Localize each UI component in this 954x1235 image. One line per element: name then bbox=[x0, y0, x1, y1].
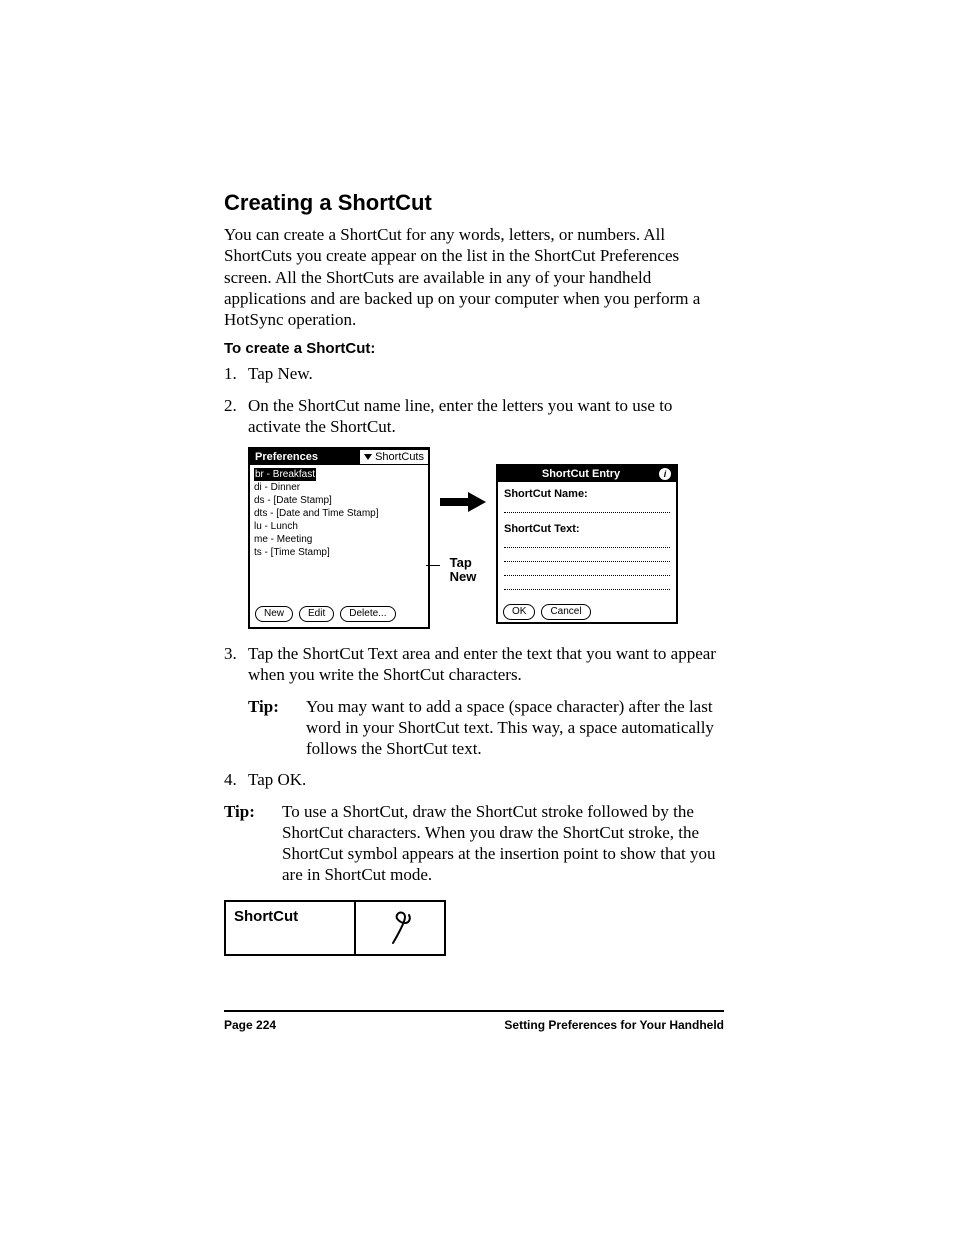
screen2-title: ShortCut Entry bbox=[503, 468, 659, 480]
step-4: Tap OK. bbox=[224, 769, 724, 790]
chevron-down-icon bbox=[364, 454, 372, 460]
step-2: On the ShortCut name line, enter the let… bbox=[224, 395, 724, 438]
tip-label: Tip: bbox=[224, 801, 282, 886]
new-button[interactable]: New bbox=[255, 606, 293, 622]
info-icon[interactable]: i bbox=[659, 468, 671, 480]
step-3: Tap the ShortCut Text area and enter the… bbox=[224, 643, 724, 686]
ok-button[interactable]: OK bbox=[503, 604, 535, 620]
shortcut-name-field[interactable] bbox=[504, 503, 670, 513]
procedure-heading: To create a ShortCut: bbox=[224, 340, 724, 357]
figure-row: Preferences ShortCuts br - Breakfast di … bbox=[248, 447, 724, 629]
arrow-caption-line2: New bbox=[450, 570, 477, 584]
list-item[interactable]: di - Dinner bbox=[254, 481, 424, 494]
screen1-dropdown[interactable]: ShortCuts bbox=[358, 450, 428, 464]
shortcut-text-field[interactable] bbox=[504, 580, 670, 590]
list-item[interactable]: dts - [Date and Time Stamp] bbox=[254, 507, 424, 520]
list-item[interactable]: me - Meeting bbox=[254, 533, 424, 546]
tip-inner: Tip: You may want to add a space (space … bbox=[248, 696, 724, 760]
list-item[interactable]: br - Breakfast bbox=[254, 468, 316, 481]
shortcut-name-label: ShortCut Name: bbox=[504, 488, 670, 500]
tip-label: Tip: bbox=[248, 696, 306, 760]
delete-button[interactable]: Delete... bbox=[340, 606, 395, 622]
footer-page-number: Page 224 bbox=[224, 1018, 276, 1032]
arrow-caption-line1: Tap bbox=[450, 556, 477, 570]
screen1-dropdown-label: ShortCuts bbox=[375, 451, 424, 463]
shortcut-list[interactable]: br - Breakfast di - Dinner ds - [Date St… bbox=[250, 465, 428, 602]
list-item[interactable]: lu - Lunch bbox=[254, 520, 424, 533]
arrow-icon bbox=[440, 492, 486, 512]
shortcut-text-field[interactable] bbox=[504, 566, 670, 576]
step-1: Tap New. bbox=[224, 363, 724, 384]
screen1-title: Preferences bbox=[250, 449, 323, 465]
arrow-callout: Tap New bbox=[440, 492, 486, 583]
tip-inner-text: You may want to add a space (space chara… bbox=[306, 696, 724, 760]
shortcut-box-label: ShortCut bbox=[226, 902, 356, 954]
edit-button[interactable]: Edit bbox=[299, 606, 334, 622]
page-footer: Page 224 Setting Preferences for Your Ha… bbox=[224, 1010, 724, 1032]
list-item[interactable]: ds - [Date Stamp] bbox=[254, 494, 424, 507]
preferences-screen: Preferences ShortCuts br - Breakfast di … bbox=[248, 447, 430, 629]
tip-outer-text: To use a ShortCut, draw the ShortCut str… bbox=[282, 801, 724, 886]
tip-outer: Tip: To use a ShortCut, draw the ShortCu… bbox=[224, 801, 724, 886]
page-heading: Creating a ShortCut bbox=[224, 190, 724, 216]
shortcut-stroke-icon bbox=[356, 902, 444, 954]
shortcut-stroke-box: ShortCut bbox=[224, 900, 446, 956]
shortcut-entry-screen: ShortCut Entry i ShortCut Name: ShortCut… bbox=[496, 464, 678, 624]
shortcut-text-label: ShortCut Text: bbox=[504, 523, 670, 535]
intro-paragraph: You can create a ShortCut for any words,… bbox=[224, 224, 724, 330]
shortcut-text-field[interactable] bbox=[504, 538, 670, 548]
footer-section-title: Setting Preferences for Your Handheld bbox=[504, 1018, 724, 1032]
list-item[interactable]: ts - [Time Stamp] bbox=[254, 546, 424, 559]
cancel-button[interactable]: Cancel bbox=[541, 604, 590, 620]
shortcut-text-field[interactable] bbox=[504, 552, 670, 562]
